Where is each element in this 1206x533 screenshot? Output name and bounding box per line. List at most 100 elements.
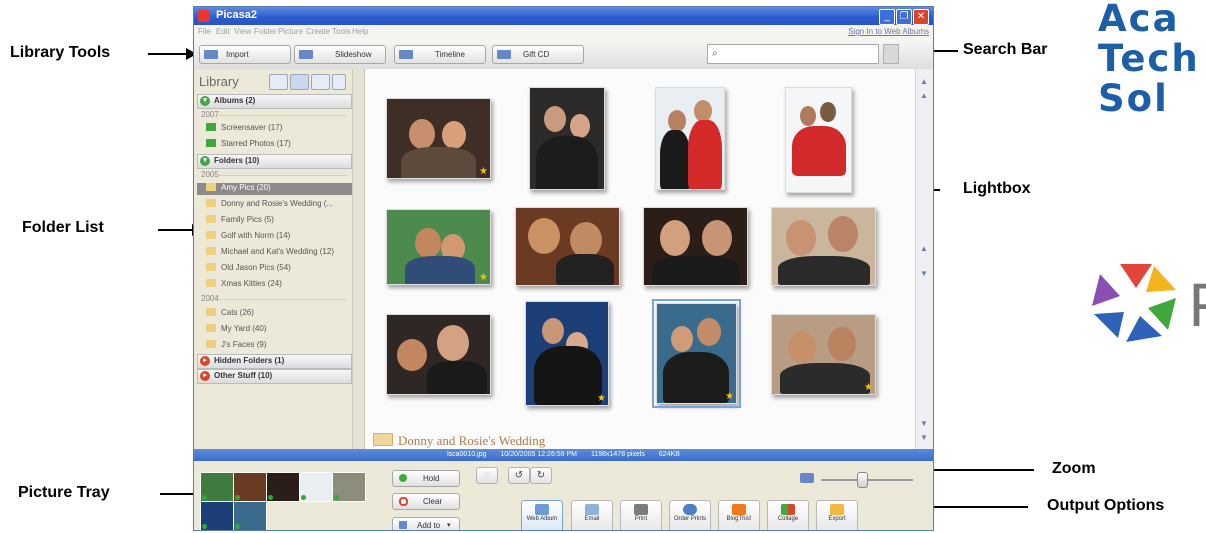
sign-in-link[interactable]: Sign In to Web Albums xyxy=(848,27,929,36)
rotate-right-button[interactable]: ↻ xyxy=(530,467,552,484)
import-button[interactable]: Import xyxy=(199,45,291,64)
folder-item[interactable]: Family Pics (5) xyxy=(206,215,352,227)
rotate-left-button[interactable]: ↺ xyxy=(508,467,530,484)
maximize-button[interactable]: ❐ xyxy=(896,9,912,25)
photo-thumbnail[interactable] xyxy=(529,87,605,190)
photo-thumbnail[interactable] xyxy=(515,207,620,286)
close-button[interactable]: ✕ xyxy=(913,9,929,25)
timeline-button[interactable]: Timeline xyxy=(394,45,486,64)
folders-section-header[interactable]: ▾ Folders (10) xyxy=(197,154,352,169)
folder-item[interactable]: Old Jason Pics (54) xyxy=(206,263,352,275)
search-input[interactable] xyxy=(724,46,878,64)
hold-button[interactable]: Hold xyxy=(392,470,460,487)
sort-menu-button[interactable] xyxy=(332,74,346,90)
photo-thumbnail-selected[interactable]: ★ xyxy=(652,299,741,408)
export-button[interactable]: Export xyxy=(816,500,858,530)
tray-thumbnail[interactable] xyxy=(200,501,234,530)
status-size: 624KB xyxy=(658,451,680,458)
albums-section-header[interactable]: ▾ Albums (2) xyxy=(197,94,352,109)
folder-item-selected[interactable]: Amy Pics (20) xyxy=(197,183,357,195)
collapse-toggle-icon: ▸ xyxy=(200,371,210,381)
scroll-down-icon[interactable]: ▼ xyxy=(920,419,928,428)
star-icon: ★ xyxy=(479,272,488,283)
photo-thumbnail[interactable]: ★ xyxy=(525,301,609,406)
menu-create[interactable]: Create xyxy=(306,27,330,36)
add-to-button[interactable]: Add to ▾ xyxy=(392,517,460,530)
star-button[interactable]: ☆ xyxy=(476,467,498,484)
photo-thumbnail[interactable]: ★ xyxy=(386,98,491,179)
folder-item[interactable]: Donny and Rosie's Wedding (... xyxy=(206,199,352,211)
lightbox: ★ ★ ★ ★ ★ Donny and Rosie's Wedding xyxy=(365,69,915,449)
gift-cd-icon xyxy=(497,50,511,59)
minimize-button[interactable]: _ xyxy=(879,9,895,25)
folder-icon xyxy=(206,340,216,348)
photo-thumbnail[interactable] xyxy=(785,87,852,193)
scroll-top-icon[interactable]: ▲ xyxy=(920,77,928,86)
lightbox-scrollbar[interactable]: ▲ ▲ ▲ ▼ ▼ ▼ xyxy=(915,69,933,449)
tray-thumbnail[interactable] xyxy=(332,472,366,502)
gift-cd-button[interactable]: Gift CD xyxy=(492,45,584,64)
slideshow-button[interactable]: Slideshow xyxy=(294,45,386,64)
menu-view[interactable]: View xyxy=(234,27,251,36)
folder-item[interactable]: Cats (26) xyxy=(206,308,352,320)
hidden-folders-section-header[interactable]: ▸ Hidden Folders (1) xyxy=(197,354,352,369)
folder-item[interactable]: J's Faces (9) xyxy=(206,340,352,352)
photo-thumbnail[interactable] xyxy=(643,207,748,286)
tray-thumbnail[interactable] xyxy=(299,472,333,502)
photo-thumbnail[interactable]: ★ xyxy=(771,314,876,395)
clear-button[interactable]: Clear xyxy=(392,493,460,510)
scroll-up-icon[interactable]: ▲ xyxy=(920,91,928,100)
folder-item[interactable]: Xmas Kitties (24) xyxy=(206,279,352,291)
expand-toggle-icon: ▾ xyxy=(200,156,210,166)
web-album-icon xyxy=(535,504,549,515)
print-button[interactable]: Print xyxy=(620,500,662,530)
folder-icon xyxy=(206,183,216,191)
tray-thumbnail[interactable] xyxy=(200,472,234,502)
menu-picture[interactable]: Picture xyxy=(278,27,303,36)
tray-thumbnail[interactable] xyxy=(233,472,267,502)
other-stuff-section-header[interactable]: ▸ Other Stuff (10) xyxy=(197,369,352,384)
email-button[interactable]: Email xyxy=(571,500,613,530)
folder-item[interactable]: Golf with Norm (14) xyxy=(206,231,352,243)
flat-view-button[interactable] xyxy=(290,74,309,90)
tree-view-button[interactable] xyxy=(311,74,330,90)
scroll-bottom-icon[interactable]: ▼ xyxy=(920,433,928,442)
order-prints-icon xyxy=(683,504,697,515)
slideshow-icon xyxy=(299,50,313,59)
photo-thumbnail[interactable]: ★ xyxy=(386,209,491,285)
folder-item[interactable]: My Yard (40) xyxy=(206,324,352,336)
tray-thumbnail[interactable] xyxy=(266,472,300,502)
scroll-up-icon[interactable]: ▲ xyxy=(920,244,928,253)
photo-thumbnail[interactable] xyxy=(386,314,491,395)
email-icon xyxy=(585,504,599,515)
new-album-button[interactable] xyxy=(269,74,288,90)
folder-item[interactable]: Michael and Kat's Wedding (12) xyxy=(206,247,352,259)
star-icon: ★ xyxy=(479,166,488,177)
folder-icon xyxy=(206,215,216,223)
collage-button[interactable]: Collage xyxy=(767,500,809,530)
collage-icon xyxy=(781,504,795,515)
blogthis-button[interactable]: BlogThis! xyxy=(718,500,760,530)
tray-thumbnail[interactable] xyxy=(233,501,267,530)
album-item-starred-photos[interactable]: Starred Photos (17) xyxy=(206,139,352,151)
menu-tools[interactable]: Tools xyxy=(332,27,351,36)
menu-edit[interactable]: Edit xyxy=(216,27,230,36)
album-item-screensaver[interactable]: Screensaver (17) xyxy=(206,123,352,135)
order-prints-button[interactable]: Order Prints xyxy=(669,500,711,530)
web-album-button[interactable]: Web Album xyxy=(521,500,563,530)
menu-help[interactable]: Help xyxy=(352,27,368,36)
folder-list-scrollbar[interactable] xyxy=(352,69,364,449)
arrow-output-options xyxy=(928,506,1028,508)
scroll-down-icon[interactable]: ▼ xyxy=(920,269,928,278)
arrow-library-tools xyxy=(148,53,188,55)
callout-picture-tray: Picture Tray xyxy=(18,484,110,501)
gift-cd-label: Gift CD xyxy=(523,50,550,59)
photo-thumbnail[interactable] xyxy=(771,207,876,286)
star-icon: ★ xyxy=(597,393,606,404)
menu-folder[interactable]: Folder xyxy=(254,27,277,36)
search-clear-button[interactable] xyxy=(883,44,899,64)
photo-thumbnail[interactable] xyxy=(655,87,725,190)
menu-file[interactable]: File xyxy=(198,27,211,36)
zoom-slider-handle[interactable] xyxy=(857,472,869,488)
year-label: 2005 xyxy=(201,170,219,179)
